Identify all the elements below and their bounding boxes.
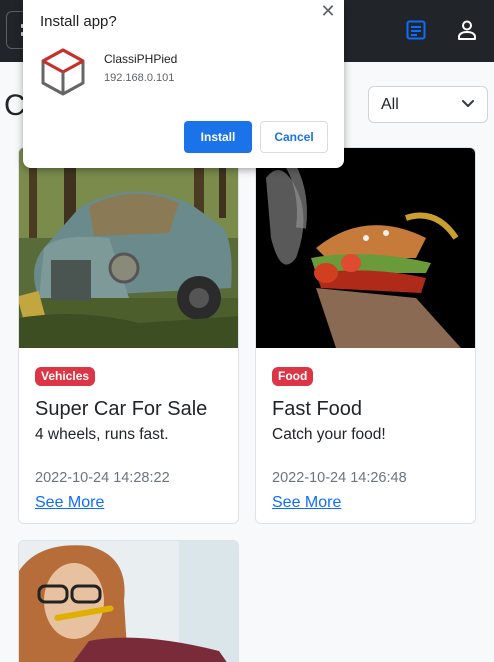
dialog-title: Install app?	[40, 13, 117, 30]
category-badge[interactable]: Food	[272, 367, 314, 386]
cancel-button[interactable]: Cancel	[260, 121, 328, 153]
app-origin: 192.168.0.101	[104, 72, 175, 84]
listing-description: Catch your food!	[272, 426, 386, 443]
listing-title: Fast Food	[272, 398, 363, 420]
listing-title: Super Car For Sale	[35, 398, 208, 420]
install-button[interactable]: Install	[184, 121, 252, 153]
listing-card: Vehicles Super Car For Sale 4 wheels, ru…	[18, 147, 239, 524]
listing-date: 2022-10-24 14:26:48	[272, 470, 407, 486]
listing-card-body: Vehicles Super Car For Sale 4 wheels, ru…	[35, 367, 226, 513]
listing-description: 4 wheels, runs fast.	[35, 426, 169, 443]
listing-card	[18, 540, 239, 662]
listing-card: Food Fast Food Catch your food! 2022-10-…	[255, 147, 476, 524]
chevron-down-icon	[462, 100, 474, 107]
close-icon[interactable]: ✕	[319, 2, 337, 20]
app-name: ClassiPHPied	[104, 52, 178, 66]
listing-card-body: Food Fast Food Catch your food! 2022-10-…	[272, 367, 463, 513]
listing-image[interactable]	[19, 541, 238, 662]
filter-selected-value: All	[381, 96, 399, 113]
see-more-link[interactable]: See More	[272, 493, 463, 513]
install-app-dialog: Install app? ✕ ClassiPHPied 192.168.0.10…	[23, 0, 344, 168]
listing-image[interactable]	[256, 148, 475, 348]
listing-image[interactable]	[19, 148, 238, 348]
listing-date: 2022-10-24 14:28:22	[35, 470, 170, 486]
user-icon[interactable]	[455, 18, 479, 42]
category-badge[interactable]: Vehicles	[35, 367, 96, 386]
category-filter-select[interactable]: All	[368, 86, 488, 123]
app-logo-icon	[41, 48, 85, 96]
see-more-link[interactable]: See More	[35, 493, 226, 513]
notes-icon[interactable]	[404, 18, 428, 42]
